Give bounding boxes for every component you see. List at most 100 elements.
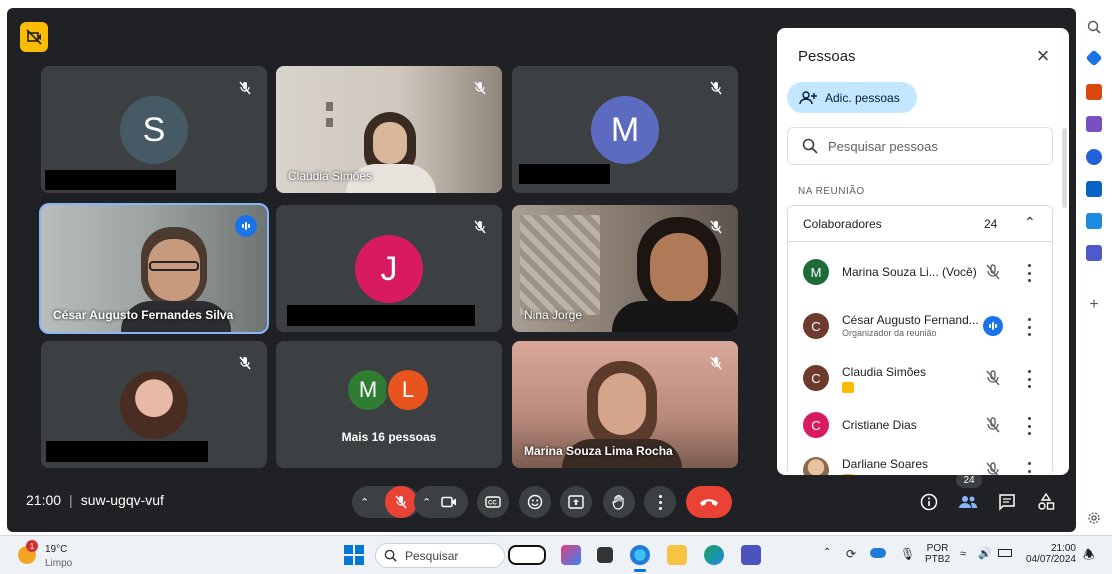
panel-scrollbar[interactable] <box>1062 128 1067 208</box>
participant-tile-photo[interactable] <box>41 341 267 468</box>
participant-tile-m[interactable]: M <box>512 66 738 193</box>
notification-bell-icon[interactable]: 🕭 <box>1083 546 1095 568</box>
participant-row[interactable]: Darliane Soares <box>788 448 1052 475</box>
raise-hand-button[interactable] <box>603 486 635 518</box>
speaking-indicator-icon <box>235 215 257 237</box>
volume-icon[interactable]: 🔊 <box>978 547 992 560</box>
meeting-code[interactable]: suw-ugqv-vuf <box>81 492 164 508</box>
cloud-icon[interactable] <box>870 548 886 558</box>
weather-condition: Limpo <box>45 558 73 569</box>
svg-text:CC: CC <box>488 501 497 507</box>
add-icon[interactable]: + <box>1086 296 1102 313</box>
outlook-icon[interactable] <box>1086 181 1102 197</box>
photos-app-icon[interactable] <box>561 545 581 565</box>
chat-button[interactable] <box>993 488 1021 516</box>
people-search-input[interactable]: Pesquisar pessoas <box>787 127 1053 165</box>
participant-row[interactable]: C César Augusto Fernand... Organizador d… <box>788 304 1052 350</box>
mic-off-icon[interactable] <box>983 262 1003 282</box>
teams-app-icon[interactable] <box>741 545 761 565</box>
people-button[interactable]: 24 <box>954 472 982 516</box>
edge-browser-icon[interactable] <box>630 545 650 565</box>
browser-sidebar: + <box>1077 8 1112 532</box>
participant-tile-s[interactable]: S <box>41 66 267 193</box>
participant-tile-cesar[interactable]: César Augusto Fernandes Silva <box>39 203 269 334</box>
wifi-icon[interactable]: ≈ <box>960 548 966 560</box>
taskbar-search-input[interactable]: Pesquisar <box>375 543 505 568</box>
present-screen-button[interactable] <box>560 486 592 518</box>
avatar: S <box>120 96 188 164</box>
mic-control: ⌃ <box>352 486 420 518</box>
recording-indicator-icon <box>20 22 48 52</box>
camera-control: ⌃ <box>414 486 468 518</box>
language-indicator[interactable]: POR PTB2 <box>925 543 950 565</box>
chevron-up-icon[interactable]: ⌃ <box>823 547 831 558</box>
gear-icon[interactable] <box>1086 510 1102 526</box>
avatar <box>803 457 829 475</box>
mic-off-button[interactable] <box>385 486 417 518</box>
more-vert-icon[interactable] <box>1026 318 1032 336</box>
search-highlight-icon[interactable] <box>508 545 546 565</box>
file-explorer-icon[interactable] <box>667 545 687 565</box>
activities-button[interactable] <box>1032 488 1060 516</box>
leave-call-button[interactable] <box>686 486 732 518</box>
battery-icon[interactable] <box>998 549 1012 557</box>
more-vert-icon[interactable] <box>1026 462 1032 475</box>
people-icon[interactable] <box>1086 116 1102 132</box>
task-view-icon[interactable] <box>597 547 613 563</box>
participant-tile-marina[interactable]: Marina Souza Lima Rocha <box>512 341 738 468</box>
microphone-icon[interactable]: 🎙 <box>900 547 915 561</box>
collaborators-header[interactable]: Colaboradores 24 ⌃ <box>788 206 1052 242</box>
emoji-reaction-button[interactable] <box>519 486 551 518</box>
search-placeholder: Pesquisar <box>405 548 459 563</box>
chevron-up-icon[interactable]: ⌃ <box>422 496 431 509</box>
chevron-up-icon[interactable]: ⌃ <box>360 496 369 509</box>
participant-row[interactable]: M Marina Souza Li... (Você) <box>788 250 1052 296</box>
language-top: POR <box>926 543 949 554</box>
search-placeholder: Pesquisar pessoas <box>828 138 938 154</box>
participant-name: Marina Souza Lima Rocha <box>524 444 673 458</box>
search-icon <box>384 549 397 562</box>
more-options-button[interactable] <box>644 486 676 518</box>
sync-icon[interactable]: ⟳ <box>846 547 856 561</box>
participant-name: César Augusto Fernand... <box>842 313 979 327</box>
close-icon[interactable]: × <box>1031 43 1055 68</box>
meeting-info: 21:00 | suw-ugqv-vuf <box>26 492 164 508</box>
more-people-tile[interactable]: M L Mais 16 pessoas <box>276 341 502 468</box>
add-people-button[interactable]: Adic. pessoas <box>787 82 917 113</box>
meeting-controls-bar: 21:00 | suw-ugqv-vuf ⌃ ⌃ CC 24 <box>7 472 1076 532</box>
participant-row[interactable]: C Cristiane Dias <box>788 403 1052 449</box>
mic-off-icon[interactable] <box>983 415 1003 435</box>
group-count: 24 <box>984 217 998 231</box>
send-icon[interactable] <box>1086 213 1102 229</box>
collaborators-group: Colaboradores 24 ⌃ M Marina Souza Li... … <box>787 205 1053 475</box>
mic-off-icon[interactable] <box>983 368 1003 388</box>
mic-off-icon[interactable] <box>983 460 1003 475</box>
windows-start-icon[interactable] <box>344 545 364 565</box>
more-vert-icon[interactable] <box>1026 370 1032 388</box>
avatar <box>120 371 188 439</box>
more-vert-icon[interactable] <box>1026 264 1032 282</box>
participant-name: Claudia Simões <box>288 169 373 183</box>
chevron-up-icon[interactable]: ⌃ <box>1024 214 1036 231</box>
tag-icon[interactable] <box>1085 49 1103 67</box>
store-app-icon[interactable] <box>704 545 724 565</box>
copilot-icon[interactable] <box>1086 149 1102 165</box>
meeting-details-button[interactable] <box>915 488 943 516</box>
search-icon[interactable] <box>1086 19 1102 35</box>
participant-name: Nina Jorge <box>524 308 583 322</box>
participant-row[interactable]: C Claudia Simões <box>788 356 1052 402</box>
camera-button[interactable] <box>441 496 457 508</box>
avatar: L <box>386 368 430 412</box>
teams-icon[interactable] <box>1086 245 1102 261</box>
people-panel: Pessoas × Adic. pessoas Pesquisar pessoa… <box>777 28 1069 475</box>
more-vert-icon[interactable] <box>1026 417 1032 435</box>
toolbox-icon[interactable] <box>1086 84 1102 100</box>
recording-badge-icon <box>842 382 854 393</box>
temperature: 19°C <box>45 544 68 555</box>
participant-tile-claudia[interactable]: Claudia Simões <box>276 66 502 193</box>
organizer-label: Organizador da reunião <box>842 328 937 338</box>
captions-button[interactable]: CC <box>477 486 509 518</box>
participant-tile-nina[interactable]: Nina Jorge <box>512 205 738 332</box>
participant-tile-j[interactable]: J <box>276 205 502 332</box>
clock[interactable]: 21:00 04/07/2024 <box>1024 543 1076 565</box>
